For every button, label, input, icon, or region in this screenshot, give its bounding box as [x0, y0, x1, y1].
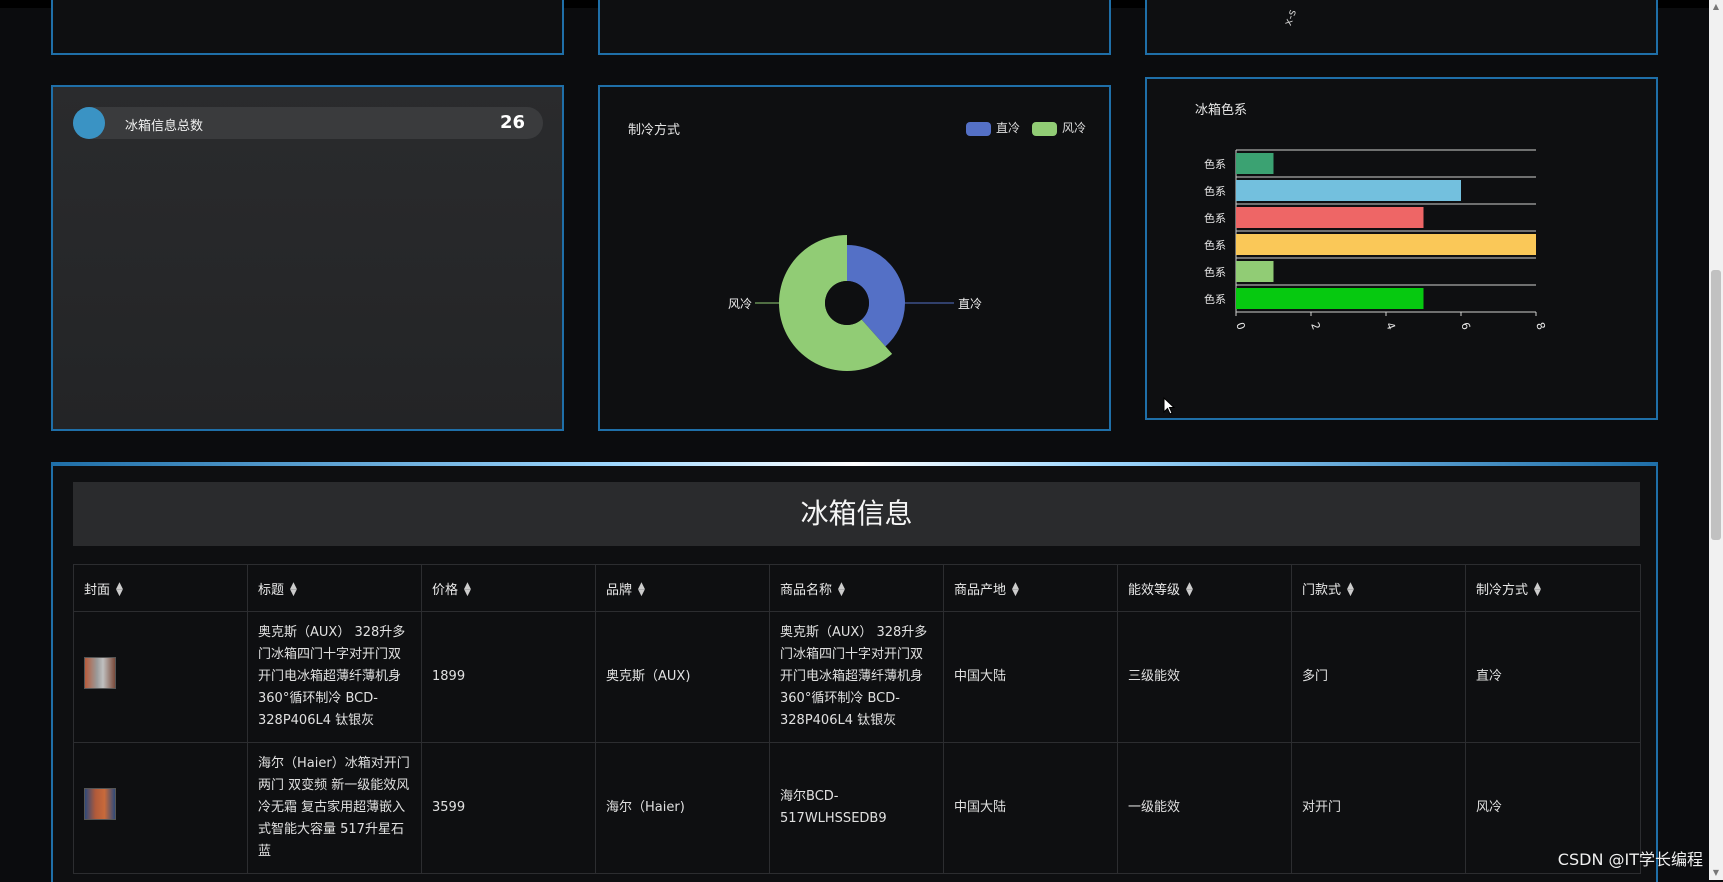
total-count-pill: 冰箱信息总数 26 — [73, 107, 543, 139]
x-tick-label: 0 — [1233, 321, 1248, 332]
y-tick-label: 色系 — [1204, 238, 1226, 252]
cooling-method-panel: 制冷方式 直冷 风冷 风冷 直冷 — [598, 85, 1111, 431]
sort-icon: ▲ ▼ — [838, 581, 845, 598]
x-tick-label: 4 — [1383, 321, 1398, 332]
total-count-panel: 冰箱信息总数 26 — [51, 85, 564, 431]
y-tick-label: 色系 — [1204, 184, 1226, 198]
brand-cell: 海尔（Haier) — [595, 742, 770, 874]
y-tick-label: 色系 — [1204, 292, 1226, 306]
mouse-cursor-icon — [1163, 397, 1175, 415]
fridge-info-table-panel: 冰箱信息 封面 ▲ ▼ 标题 ▲ ▼ 价格 ▲ ▼ 品牌 ▲ ▼ 商品名称 ▲ ▼ 商品产地 ▲ ▼ 能… — [51, 462, 1658, 882]
door-cell: 多门 — [1291, 611, 1466, 743]
price-cell: 1899 — [421, 611, 596, 743]
cooling-donut-chart: 风冷 直冷 — [728, 235, 982, 371]
origin-cell: 中国大陆 — [943, 742, 1118, 874]
sort-icon: ▲ ▼ — [290, 581, 297, 598]
partial-axis-label: x-s — [1281, 7, 1299, 28]
donut-label-left: 风冷 — [728, 297, 752, 311]
scrollbar-thumb[interactable] — [1711, 270, 1721, 540]
donut-label-right: 直冷 — [958, 297, 982, 311]
sort-icon: ▲ ▼ — [1534, 581, 1541, 598]
origin-cell: 中国大陆 — [943, 611, 1118, 743]
total-count-value: 26 — [499, 112, 525, 133]
price-cell: 3599 — [421, 742, 596, 874]
cover-cell — [73, 611, 248, 743]
product-name-cell: 海尔BCD-517WLHSSEDB9 — [769, 742, 944, 874]
sort-icon: ▲ ▼ — [1012, 581, 1019, 598]
col-header-cover[interactable]: 封面 ▲ ▼ — [73, 564, 248, 612]
col-header-brand[interactable]: 品牌 ▲ ▼ — [595, 564, 770, 612]
sort-icon: ▲ ▼ — [1347, 581, 1354, 598]
title-cell: 海尔（Haier）冰箱对开门两门 双变频 新一级能效风冷无霜 复古家用超薄嵌入式… — [247, 742, 422, 874]
col-header-cooling[interactable]: 制冷方式 ▲ ▼ — [1465, 564, 1641, 612]
bar-4 — [1236, 261, 1274, 282]
cover-cell — [73, 742, 248, 874]
brand-cell: 奥克斯（AUX) — [595, 611, 770, 743]
top-panel-2 — [598, 0, 1111, 55]
col-header-origin[interactable]: 商品产地 ▲ ▼ — [943, 564, 1118, 612]
scrollbar[interactable]: ▲ ▼ — [1709, 0, 1723, 880]
watermark: CSDN @IT学长编程 — [1557, 850, 1703, 869]
top-panel-3: x-s — [1145, 0, 1658, 55]
col-header-price[interactable]: 价格 ▲ ▼ — [421, 564, 596, 612]
table-row: 奥克斯（AUX） 328升多门冰箱四门十字对开门双开门电冰箱超薄纤薄机身 360… — [73, 611, 1641, 743]
cooling-cell: 直冷 — [1465, 611, 1641, 743]
sort-icon: ▲ ▼ — [638, 581, 645, 598]
x-tick-label: 2 — [1308, 321, 1323, 332]
sort-icon: ▲ ▼ — [464, 581, 471, 598]
y-tick-label: 色系 — [1204, 157, 1226, 171]
panel-glow-divider — [53, 462, 1656, 466]
bar-0 — [1236, 153, 1274, 174]
y-tick-label: 色系 — [1204, 265, 1226, 279]
title-cell: 奥克斯（AUX） 328升多门冰箱四门十字对开门双开门电冰箱超薄纤薄机身 360… — [247, 611, 422, 743]
sort-icon: ▲ ▼ — [1186, 581, 1193, 598]
total-count-label: 冰箱信息总数 — [125, 119, 204, 134]
fridge-color-panel: 冰箱色系 色系 色系 色系 色系 色系 色系 0 2 4 6 8 — [1145, 77, 1658, 420]
door-cell: 对开门 — [1291, 742, 1466, 874]
bar-3 — [1236, 234, 1536, 255]
bar-2 — [1236, 207, 1424, 228]
col-header-energy[interactable]: 能效等级 ▲ ▼ — [1117, 564, 1292, 612]
donut-hole — [825, 281, 869, 325]
fridge-table: 封面 ▲ ▼ 标题 ▲ ▼ 价格 ▲ ▼ 品牌 ▲ ▼ 商品名称 ▲ ▼ 商品产地 ▲ ▼ 能效等级 ▲ ▼… — [73, 564, 1641, 874]
scroll-up-arrow-icon[interactable]: ▲ — [1712, 3, 1720, 11]
energy-cell: 三级能效 — [1117, 611, 1292, 743]
energy-cell: 一级能效 — [1117, 742, 1292, 874]
sort-icon: ▲ ▼ — [116, 581, 123, 598]
fridge-thumbnail[interactable] — [84, 788, 116, 820]
fridge-thumbnail[interactable] — [84, 657, 116, 689]
color-bar-chart: 色系色系色系色系色系色系0 2 4 6 8 — [1204, 149, 1548, 332]
scroll-down-arrow-icon[interactable]: ▼ — [1712, 869, 1720, 877]
table-title: 冰箱信息 — [73, 482, 1640, 546]
x-tick-label: 6 — [1458, 321, 1473, 332]
top-panel-1 — [51, 0, 564, 55]
col-header-product-name[interactable]: 商品名称 ▲ ▼ — [769, 564, 944, 612]
col-header-title[interactable]: 标题 ▲ ▼ — [247, 564, 422, 612]
product-name-cell: 奥克斯（AUX） 328升多门冰箱四门十字对开门双开门电冰箱超薄纤薄机身 360… — [769, 611, 944, 743]
table-header-row: 封面 ▲ ▼ 标题 ▲ ▼ 价格 ▲ ▼ 品牌 ▲ ▼ 商品名称 ▲ ▼ 商品产地 ▲ ▼ 能效等级 ▲ ▼… — [73, 564, 1641, 612]
table-row: 海尔（Haier）冰箱对开门两门 双变频 新一级能效风冷无霜 复古家用超薄嵌入式… — [73, 742, 1641, 874]
bar-1 — [1236, 180, 1461, 201]
col-header-door[interactable]: 门款式 ▲ ▼ — [1291, 564, 1466, 612]
bar-5 — [1236, 288, 1424, 309]
x-tick-label: 8 — [1533, 321, 1548, 332]
y-tick-label: 色系 — [1204, 211, 1226, 225]
stat-dot-icon — [73, 107, 105, 139]
